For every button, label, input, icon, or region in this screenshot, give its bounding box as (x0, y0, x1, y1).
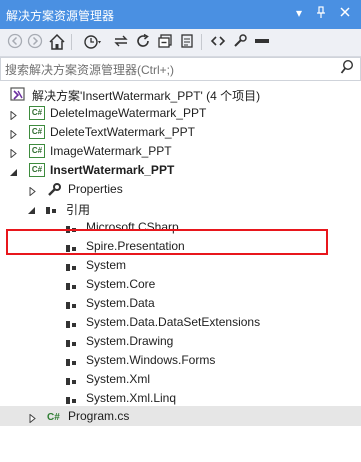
reference-item[interactable]: System.Data (0, 294, 361, 313)
reference-item[interactable]: System.Drawing (0, 332, 361, 351)
csharp-project-icon: C# (29, 125, 45, 139)
solution-tree: 解决方案'InsertWatermark_PPT' (4 个项目) C# Del… (0, 83, 361, 462)
references-label: 引用 (66, 203, 91, 217)
csharp-project-icon: C# (29, 144, 45, 158)
reference-label: System.Windows.Forms (86, 353, 216, 367)
toolbar-separator (201, 34, 202, 50)
tree-item-project[interactable]: C# DeleteImageWatermark_PPT (0, 104, 361, 123)
reference-item[interactable]: System.Data.DataSetExtensions (0, 313, 361, 332)
search-placeholder: 搜索解决方案资源管理器(Ctrl+;) (5, 63, 174, 77)
reference-icon (66, 375, 78, 385)
properties-icon[interactable] (231, 33, 249, 51)
reference-label: System (86, 258, 127, 272)
properties-label: Properties (68, 182, 123, 196)
tree-item-solution[interactable]: 解决方案'InsertWatermark_PPT' (4 个项目) (0, 85, 361, 104)
pin-icon[interactable] (316, 6, 326, 22)
reference-item[interactable]: System.Core (0, 275, 361, 294)
dropdown-icon[interactable]: ▾ (296, 6, 302, 20)
title-bar: 解决方案资源管理器 ▾ (0, 0, 361, 29)
sync-icon[interactable] (112, 33, 130, 51)
expand-arrow-icon[interactable] (10, 109, 18, 121)
solution-label: 解决方案'InsertWatermark_PPT' (4 个项目) (32, 89, 261, 103)
tree-item-project[interactable]: C# ImageWatermark_PPT (0, 142, 361, 161)
preview-icon[interactable] (253, 33, 271, 51)
expand-arrow-icon[interactable] (29, 412, 37, 424)
reference-icon (66, 337, 78, 347)
csharp-project-icon: C# (29, 163, 45, 177)
expand-arrow-icon[interactable] (10, 147, 18, 159)
reference-item[interactable]: System.Xml (0, 370, 361, 389)
back-icon[interactable] (6, 33, 24, 51)
reference-icon (66, 318, 78, 328)
tree-item-references[interactable]: 引用 (0, 199, 361, 218)
reference-label: System.Data (86, 296, 155, 310)
csharp-file-icon: C# (47, 409, 63, 424)
reference-label: System.Core (86, 277, 156, 291)
forward-icon[interactable] (26, 33, 44, 51)
project-label: InsertWatermark_PPT (50, 163, 175, 177)
close-icon[interactable] (340, 6, 350, 20)
highlight-box (6, 229, 328, 255)
show-files-icon[interactable] (178, 33, 196, 51)
search-icon[interactable] (340, 59, 356, 77)
project-label: ImageWatermark_PPT (50, 144, 172, 158)
reference-label: System.Drawing (86, 334, 174, 348)
refresh-icon[interactable] (134, 33, 152, 51)
reference-item[interactable]: System.Windows.Forms (0, 351, 361, 370)
home-icon[interactable] (48, 33, 66, 51)
reference-item[interactable]: System (0, 256, 361, 275)
reference-icon (66, 280, 78, 290)
reference-icon (66, 394, 78, 404)
program-label: Program.cs (68, 409, 130, 423)
wrench-icon (47, 182, 63, 197)
tree-item-project-active[interactable]: C# InsertWatermark_PPT (0, 161, 361, 180)
csharp-project-icon: C# (29, 106, 45, 120)
tree-item-program-cs[interactable]: C# Program.cs (0, 406, 361, 426)
project-label: DeleteImageWatermark_PPT (50, 106, 207, 120)
collapse-arrow-icon[interactable] (9, 166, 17, 176)
reference-icon (66, 299, 78, 309)
svg-text:C#: C# (47, 412, 60, 423)
project-label: DeleteTextWatermark_PPT (50, 125, 195, 139)
tree-item-project[interactable]: C# DeleteTextWatermark_PPT (0, 123, 361, 142)
history-icon[interactable] (82, 33, 106, 51)
solution-explorer-toolbar (0, 29, 361, 57)
search-input[interactable]: 搜索解决方案资源管理器(Ctrl+;) (0, 57, 361, 81)
toolbar-separator (71, 34, 72, 50)
collapse-all-icon[interactable] (156, 33, 174, 51)
tree-item-properties[interactable]: Properties (0, 180, 361, 199)
expand-arrow-icon[interactable] (29, 185, 37, 197)
reference-label: System.Xml (86, 372, 151, 386)
reference-icon (66, 356, 78, 366)
window-title: 解决方案资源管理器 (6, 9, 115, 23)
reference-icon (46, 204, 58, 214)
solution-icon (10, 87, 26, 102)
expand-arrow-icon[interactable] (10, 128, 18, 140)
reference-icon (66, 261, 78, 271)
code-view-icon[interactable] (209, 33, 227, 51)
collapse-arrow-icon[interactable] (27, 204, 35, 214)
reference-label: System.Data.DataSetExtensions (86, 315, 261, 329)
reference-label: System.Xml.Linq (86, 391, 177, 405)
